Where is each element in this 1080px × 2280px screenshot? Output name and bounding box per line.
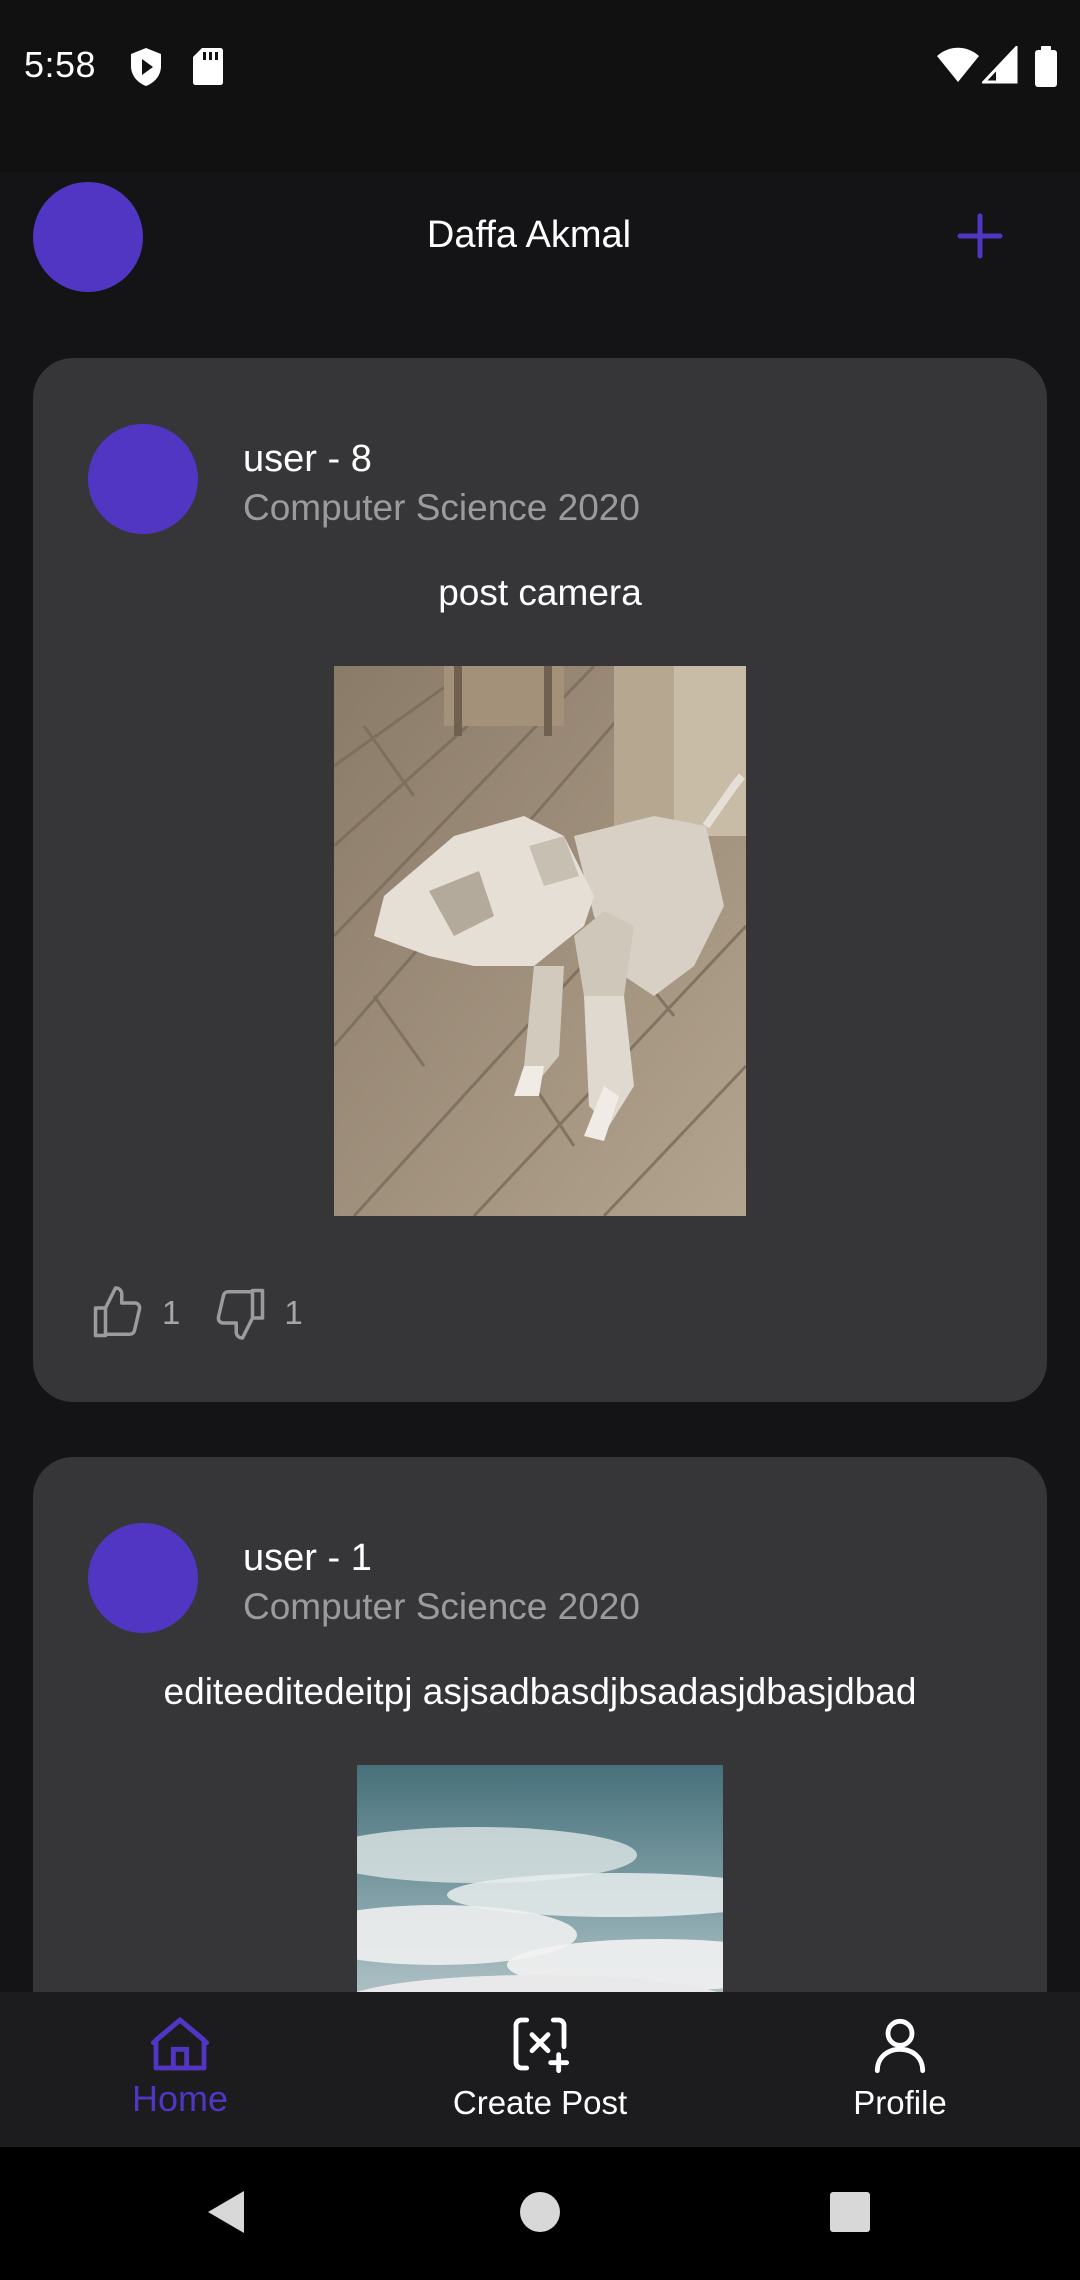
like-count: 1 <box>162 1294 181 1331</box>
nav-label-profile: Profile <box>853 2084 947 2121</box>
create-post-icon <box>513 2017 570 2074</box>
profile-icon <box>874 2018 926 2074</box>
reactions-bar: 1 1 <box>88 1278 333 1348</box>
post-text: post camera <box>438 572 642 613</box>
post-card: user - 1 Computer Science 2020 editeedit… <box>33 1457 1047 1992</box>
post-author-major: Computer Science 2020 <box>243 1586 640 1627</box>
post-author-avatar[interactable] <box>88 424 198 534</box>
recents-icon[interactable] <box>828 2187 872 2237</box>
sd-card-icon <box>193 48 223 85</box>
post-username: user - 1 <box>243 1537 372 1579</box>
status-time: 5:58 <box>24 44 97 85</box>
post-card: user - 8 Computer Science 2020 post came… <box>33 358 1047 1402</box>
system-navigation-bar <box>0 2147 1080 2280</box>
home-icon <box>150 2016 210 2071</box>
nav-label-home: Home <box>131 2078 229 2119</box>
like-button[interactable]: 1 <box>88 1283 210 1343</box>
post-image[interactable] <box>357 1765 723 1992</box>
wifi-icon <box>937 47 979 82</box>
nav-label-create-post: Create Post <box>452 2084 628 2121</box>
back-icon[interactable] <box>204 2187 248 2237</box>
battery-icon <box>1035 46 1057 87</box>
nav-item-create-post[interactable]: Create Post <box>390 1992 690 2147</box>
nav-item-profile[interactable]: Profile <box>750 1992 1050 2147</box>
post-feed[interactable]: user - 8 Computer Science 2020 post came… <box>0 304 1080 1992</box>
nav-item-home[interactable]: Home <box>30 1992 330 2147</box>
bottom-navigation: Home Create Post Profile <box>0 1992 1080 2147</box>
status-bar: 5:58 <box>0 0 1080 136</box>
plus-icon[interactable] <box>952 208 1008 264</box>
post-author-major: Computer Science 2020 <box>243 487 640 528</box>
post-text: editeeditedeitpj asjsadbasdjbsadasjdbasj… <box>163 1671 917 1712</box>
post-author-avatar[interactable] <box>88 1523 198 1633</box>
shield-play-icon <box>131 48 161 86</box>
thumbs-down-icon <box>216 1288 265 1340</box>
dislike-count: 1 <box>284 1294 303 1331</box>
post-username: user - 8 <box>243 438 372 480</box>
home-circle-icon[interactable] <box>518 2187 562 2237</box>
cell-signal-icon <box>982 46 1018 84</box>
post-image[interactable] <box>334 666 746 1216</box>
dislike-button[interactable]: 1 <box>210 1283 332 1343</box>
thumbs-up-icon <box>93 1286 142 1338</box>
page-title: Daffa Akmal <box>426 214 632 256</box>
